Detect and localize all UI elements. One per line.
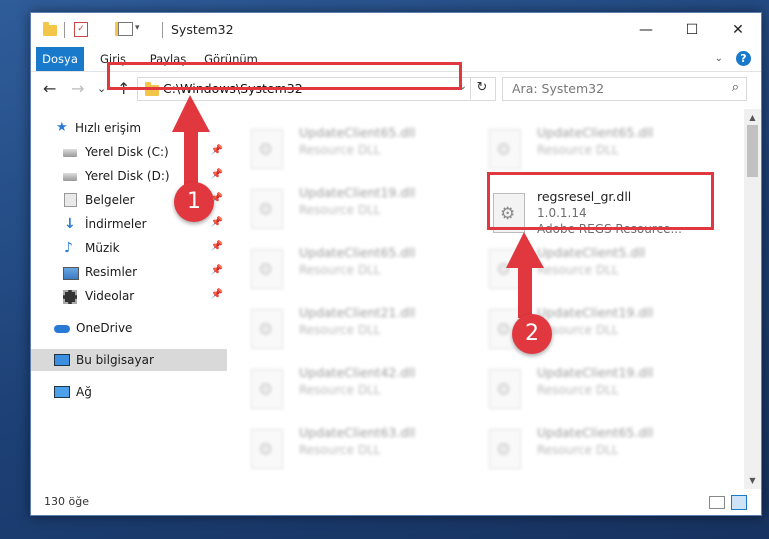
arrow-1 [172, 95, 210, 188]
step-badge-2: 2 [512, 314, 552, 354]
step-badge-1: 1 [174, 182, 214, 222]
annotation-arrows [172, 95, 544, 318]
arrow-2 [506, 232, 544, 318]
